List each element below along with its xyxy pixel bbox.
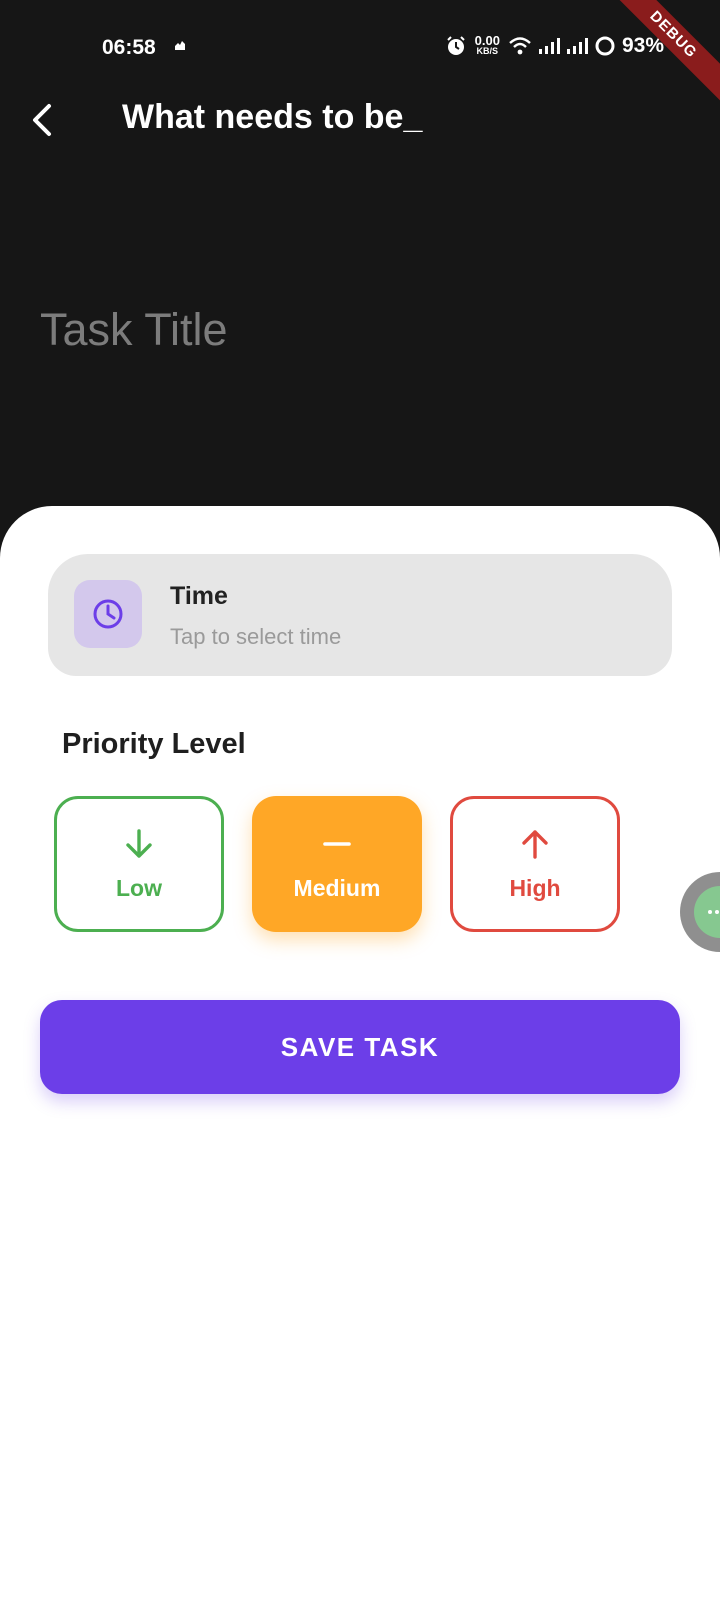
priority-medium-label: Medium bbox=[293, 874, 381, 901]
save-task-button[interactable]: SAVE TASK bbox=[40, 1000, 680, 1094]
wifi-icon bbox=[509, 37, 531, 55]
more-dots-icon bbox=[708, 910, 719, 914]
app-bar: What needs to be_ bbox=[0, 92, 720, 148]
network-speed: 0.00 KB/S bbox=[474, 33, 500, 56]
priority-high-label: High bbox=[509, 874, 561, 901]
clock-icon bbox=[93, 599, 123, 629]
arrow-up-icon bbox=[522, 829, 548, 859]
time-icon-container bbox=[74, 580, 142, 648]
alarm-icon bbox=[446, 36, 465, 55]
notification-icon bbox=[175, 41, 185, 50]
debug-label: DEBUG bbox=[603, 0, 720, 105]
chevron-left-icon bbox=[33, 104, 51, 136]
task-title-input[interactable] bbox=[40, 300, 660, 360]
status-time: 06:58 bbox=[102, 36, 156, 59]
floating-chat-bubble[interactable] bbox=[680, 872, 720, 952]
time-label: Time bbox=[170, 582, 228, 610]
task-form-sheet: Time Tap to select time Priority Level L… bbox=[0, 506, 720, 1600]
back-button[interactable] bbox=[22, 98, 62, 142]
time-picker-card[interactable]: Time Tap to select time bbox=[48, 554, 672, 676]
priority-low-button[interactable]: Low bbox=[54, 796, 224, 932]
priority-heading: Priority Level bbox=[62, 728, 246, 760]
signal-icon-2 bbox=[566, 38, 588, 54]
time-hint: Tap to select time bbox=[170, 624, 342, 649]
priority-high-button[interactable]: High bbox=[450, 796, 620, 932]
priority-medium-button[interactable]: Medium bbox=[252, 796, 422, 932]
network-speed-unit: KB/S bbox=[476, 46, 499, 56]
page-title: What needs to be_ bbox=[122, 98, 423, 136]
priority-low-label: Low bbox=[116, 874, 162, 901]
minus-icon bbox=[323, 841, 351, 846]
network-speed-value: 0.00 bbox=[474, 33, 500, 48]
arrow-down-icon bbox=[126, 828, 152, 858]
signal-icon bbox=[538, 38, 560, 54]
